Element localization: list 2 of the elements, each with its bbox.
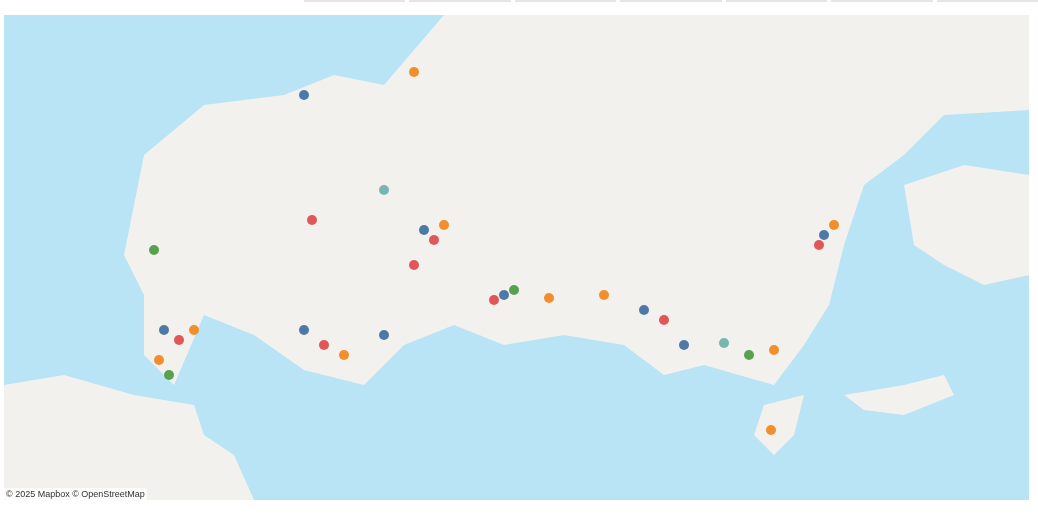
map-attribution: © 2025 Mapbox © OpenStreetMap — [4, 488, 147, 500]
map-drawing[interactable] — [4, 15, 1029, 500]
